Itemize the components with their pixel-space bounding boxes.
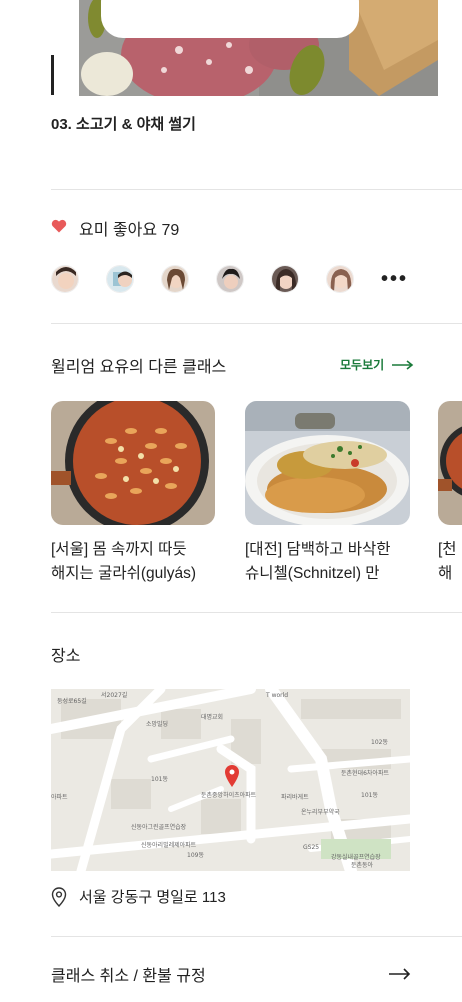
divider	[51, 612, 462, 613]
svg-text:둔촌현대6차아파트: 둔촌현대6차아파트	[341, 769, 389, 777]
svg-text:대명교회: 대명교회	[201, 713, 223, 721]
svg-text:파리바게트: 파리바게트	[281, 793, 309, 801]
avatar[interactable]	[271, 265, 299, 293]
class-card-image[interactable]	[245, 401, 410, 525]
step-indicator-bar	[51, 55, 54, 95]
liker-avatars: •••	[51, 265, 421, 295]
location-pin-icon	[51, 886, 67, 907]
step-photo	[79, 0, 438, 96]
class-card-title[interactable]: [천 해지	[438, 538, 462, 586]
avatar[interactable]	[216, 265, 244, 293]
svg-text:둔촌중앙하이츠아파트: 둔촌중앙하이츠아파트	[201, 791, 257, 799]
class-card-image[interactable]	[51, 401, 215, 525]
svg-text:T world: T world	[265, 692, 288, 699]
svg-text:아파트: 아파트	[51, 793, 68, 801]
avatar[interactable]	[161, 265, 189, 293]
other-classes-title: 윌리엄 요유의 다른 클래스	[51, 359, 227, 376]
refund-policy-label: 클래스 취소 / 환불 규정	[51, 968, 206, 985]
avatar[interactable]	[106, 265, 134, 293]
step-title: 03. 소고기 & 야채 썰기	[51, 116, 196, 133]
svg-text:101동: 101동	[361, 792, 378, 799]
heart-icon[interactable]	[51, 219, 67, 238]
svg-text:신동아그린골프연습장: 신동아그린골프연습장	[131, 823, 187, 831]
avatar[interactable]	[51, 265, 79, 293]
likes-row[interactable]: 요미 좋아요 79	[51, 216, 179, 240]
svg-text:강동실내골프연습장: 강동실내골프연습장	[331, 853, 381, 861]
see-all-label: 모두보기	[340, 358, 385, 372]
divider	[51, 189, 462, 190]
address-row[interactable]: 서울 강동구 명일로 113	[51, 886, 226, 907]
more-dots-icon[interactable]: •••	[381, 269, 408, 289]
address-text: 서울 강동구 명일로 113	[79, 889, 226, 906]
class-card-image[interactable]	[438, 401, 462, 525]
svg-text:둔촌동아: 둔촌동아	[351, 861, 374, 869]
likes-label: 요미 좋아요 79	[79, 222, 180, 239]
location-title: 장소	[51, 648, 81, 665]
svg-text:서2027길: 서2027길	[101, 691, 127, 699]
refund-policy-row[interactable]: 클래스 취소 / 환불 규정	[51, 962, 411, 986]
divider	[51, 323, 462, 324]
svg-text:101동: 101동	[151, 776, 168, 783]
svg-text:109동: 109동	[187, 852, 204, 859]
location-map[interactable]: 둥성로65길 서2027길 소망빌딩 대명교회 T world 101동 둔촌중…	[51, 689, 410, 871]
arrow-right-icon	[389, 968, 411, 980]
class-card-title[interactable]: [대전] 담백하고 바삭한 슈니첼(Schnitzel) 만	[245, 538, 421, 586]
divider	[51, 936, 462, 937]
svg-text:둥성로65길: 둥성로65길	[57, 697, 87, 705]
see-all-link[interactable]: 모두보기	[340, 356, 414, 373]
svg-text:102동: 102동	[371, 739, 388, 746]
svg-text:소망빌딩: 소망빌딩	[146, 720, 168, 728]
svg-text:온누리부부약국: 온누리부부약국	[301, 808, 340, 816]
svg-text:GS25: GS25	[303, 844, 319, 851]
avatar[interactable]	[326, 265, 354, 293]
svg-text:신동아리빌레제아파트: 신동아리빌레제아파트	[141, 841, 197, 849]
class-card-title[interactable]: [서울] 몸 속까지 따듯 해지는 굴라쉬(gulyás)	[51, 538, 227, 586]
arrow-right-icon	[392, 359, 414, 370]
